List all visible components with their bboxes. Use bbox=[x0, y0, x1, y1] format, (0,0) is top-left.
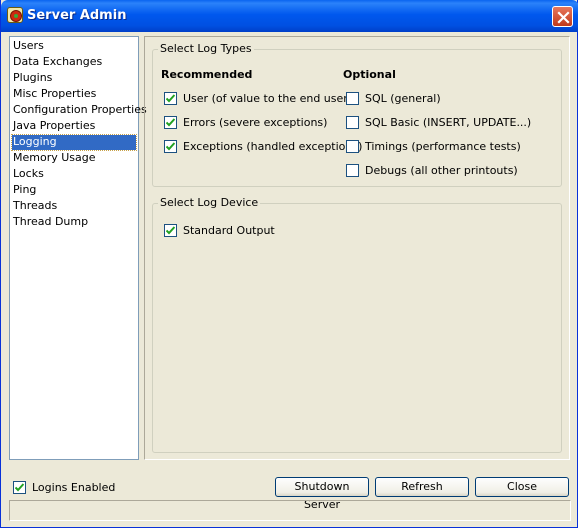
log-types-group: Select Log Types Recommended Optional Us… bbox=[152, 42, 562, 187]
recommended-header: Recommended bbox=[161, 68, 253, 81]
checkbox-box[interactable] bbox=[164, 92, 177, 105]
logging-panel: Select Log Types Recommended Optional Us… bbox=[144, 36, 570, 460]
check-icon bbox=[166, 142, 175, 151]
sidebar-item-ping[interactable]: Ping bbox=[12, 183, 36, 198]
sidebar-item-users[interactable]: Users bbox=[12, 39, 44, 54]
checkbox-box[interactable] bbox=[346, 116, 359, 129]
sidebar-item-java-properties[interactable]: Java Properties bbox=[12, 119, 95, 134]
status-bar bbox=[9, 500, 571, 521]
log-types-group-label: Select Log Types bbox=[158, 42, 254, 56]
close-icon bbox=[557, 11, 570, 24]
optional-header: Optional bbox=[343, 68, 396, 81]
check-icon bbox=[166, 94, 175, 103]
sidebar-item-threads[interactable]: Threads bbox=[12, 199, 57, 214]
window-close-button[interactable] bbox=[552, 6, 573, 27]
sidebar-item-locks[interactable]: Locks bbox=[12, 167, 44, 182]
checkbox-box[interactable] bbox=[164, 140, 177, 153]
checkbox-label: Exceptions (handled exceptions) bbox=[183, 140, 363, 153]
app-icon bbox=[7, 7, 23, 23]
check-icon bbox=[166, 118, 175, 127]
checkbox-label: Timings (performance tests) bbox=[365, 140, 521, 153]
category-list[interactable]: Users Data Exchanges Plugins Misc Proper… bbox=[9, 36, 147, 460]
sidebar-item-thread-dump[interactable]: Thread Dump bbox=[12, 215, 88, 230]
window-title: Server Admin bbox=[27, 8, 127, 23]
server-admin-window: Server Admin Users Data Exchanges Plugin… bbox=[0, 0, 578, 528]
checkbox-box[interactable] bbox=[164, 116, 177, 129]
shutdown-server-button[interactable]: Shutdown Server bbox=[275, 477, 369, 511]
sidebar-item-configuration-properties[interactable]: Configuration Properties bbox=[12, 103, 147, 118]
checkbox-label: Logins Enabled bbox=[32, 481, 116, 494]
checkbox-box[interactable] bbox=[346, 92, 359, 105]
sidebar-item-plugins[interactable]: Plugins bbox=[12, 71, 52, 86]
checkbox-label: SQL Basic (INSERT, UPDATE...) bbox=[365, 116, 532, 129]
sidebar-item-memory-usage[interactable]: Memory Usage bbox=[12, 151, 96, 166]
checkbox-box[interactable] bbox=[346, 140, 359, 153]
close-button[interactable]: Close bbox=[475, 477, 569, 497]
checkbox-label: Errors (severe exceptions) bbox=[183, 116, 328, 129]
sidebar-item-data-exchanges[interactable]: Data Exchanges bbox=[12, 55, 102, 70]
checkbox-label: User (of value to the end user) bbox=[183, 92, 353, 105]
log-device-group-label: Select Log Device bbox=[158, 196, 261, 210]
checkbox-box[interactable] bbox=[346, 164, 359, 177]
title-bar[interactable]: Server Admin bbox=[1, 0, 578, 32]
checkbox-box[interactable] bbox=[164, 224, 177, 237]
check-icon bbox=[166, 226, 175, 235]
checkbox-label: Standard Output bbox=[183, 224, 275, 237]
refresh-button[interactable]: Refresh bbox=[375, 477, 469, 497]
sidebar-item-logging[interactable]: Logging bbox=[11, 134, 137, 151]
checkbox-box[interactable] bbox=[13, 481, 26, 494]
log-device-group: Select Log Device Standard Output bbox=[152, 196, 562, 453]
check-icon bbox=[15, 483, 24, 492]
sidebar-item-misc-properties[interactable]: Misc Properties bbox=[12, 87, 96, 102]
checkbox-label: Debugs (all other printouts) bbox=[365, 164, 518, 177]
checkbox-label: SQL (general) bbox=[365, 92, 441, 105]
